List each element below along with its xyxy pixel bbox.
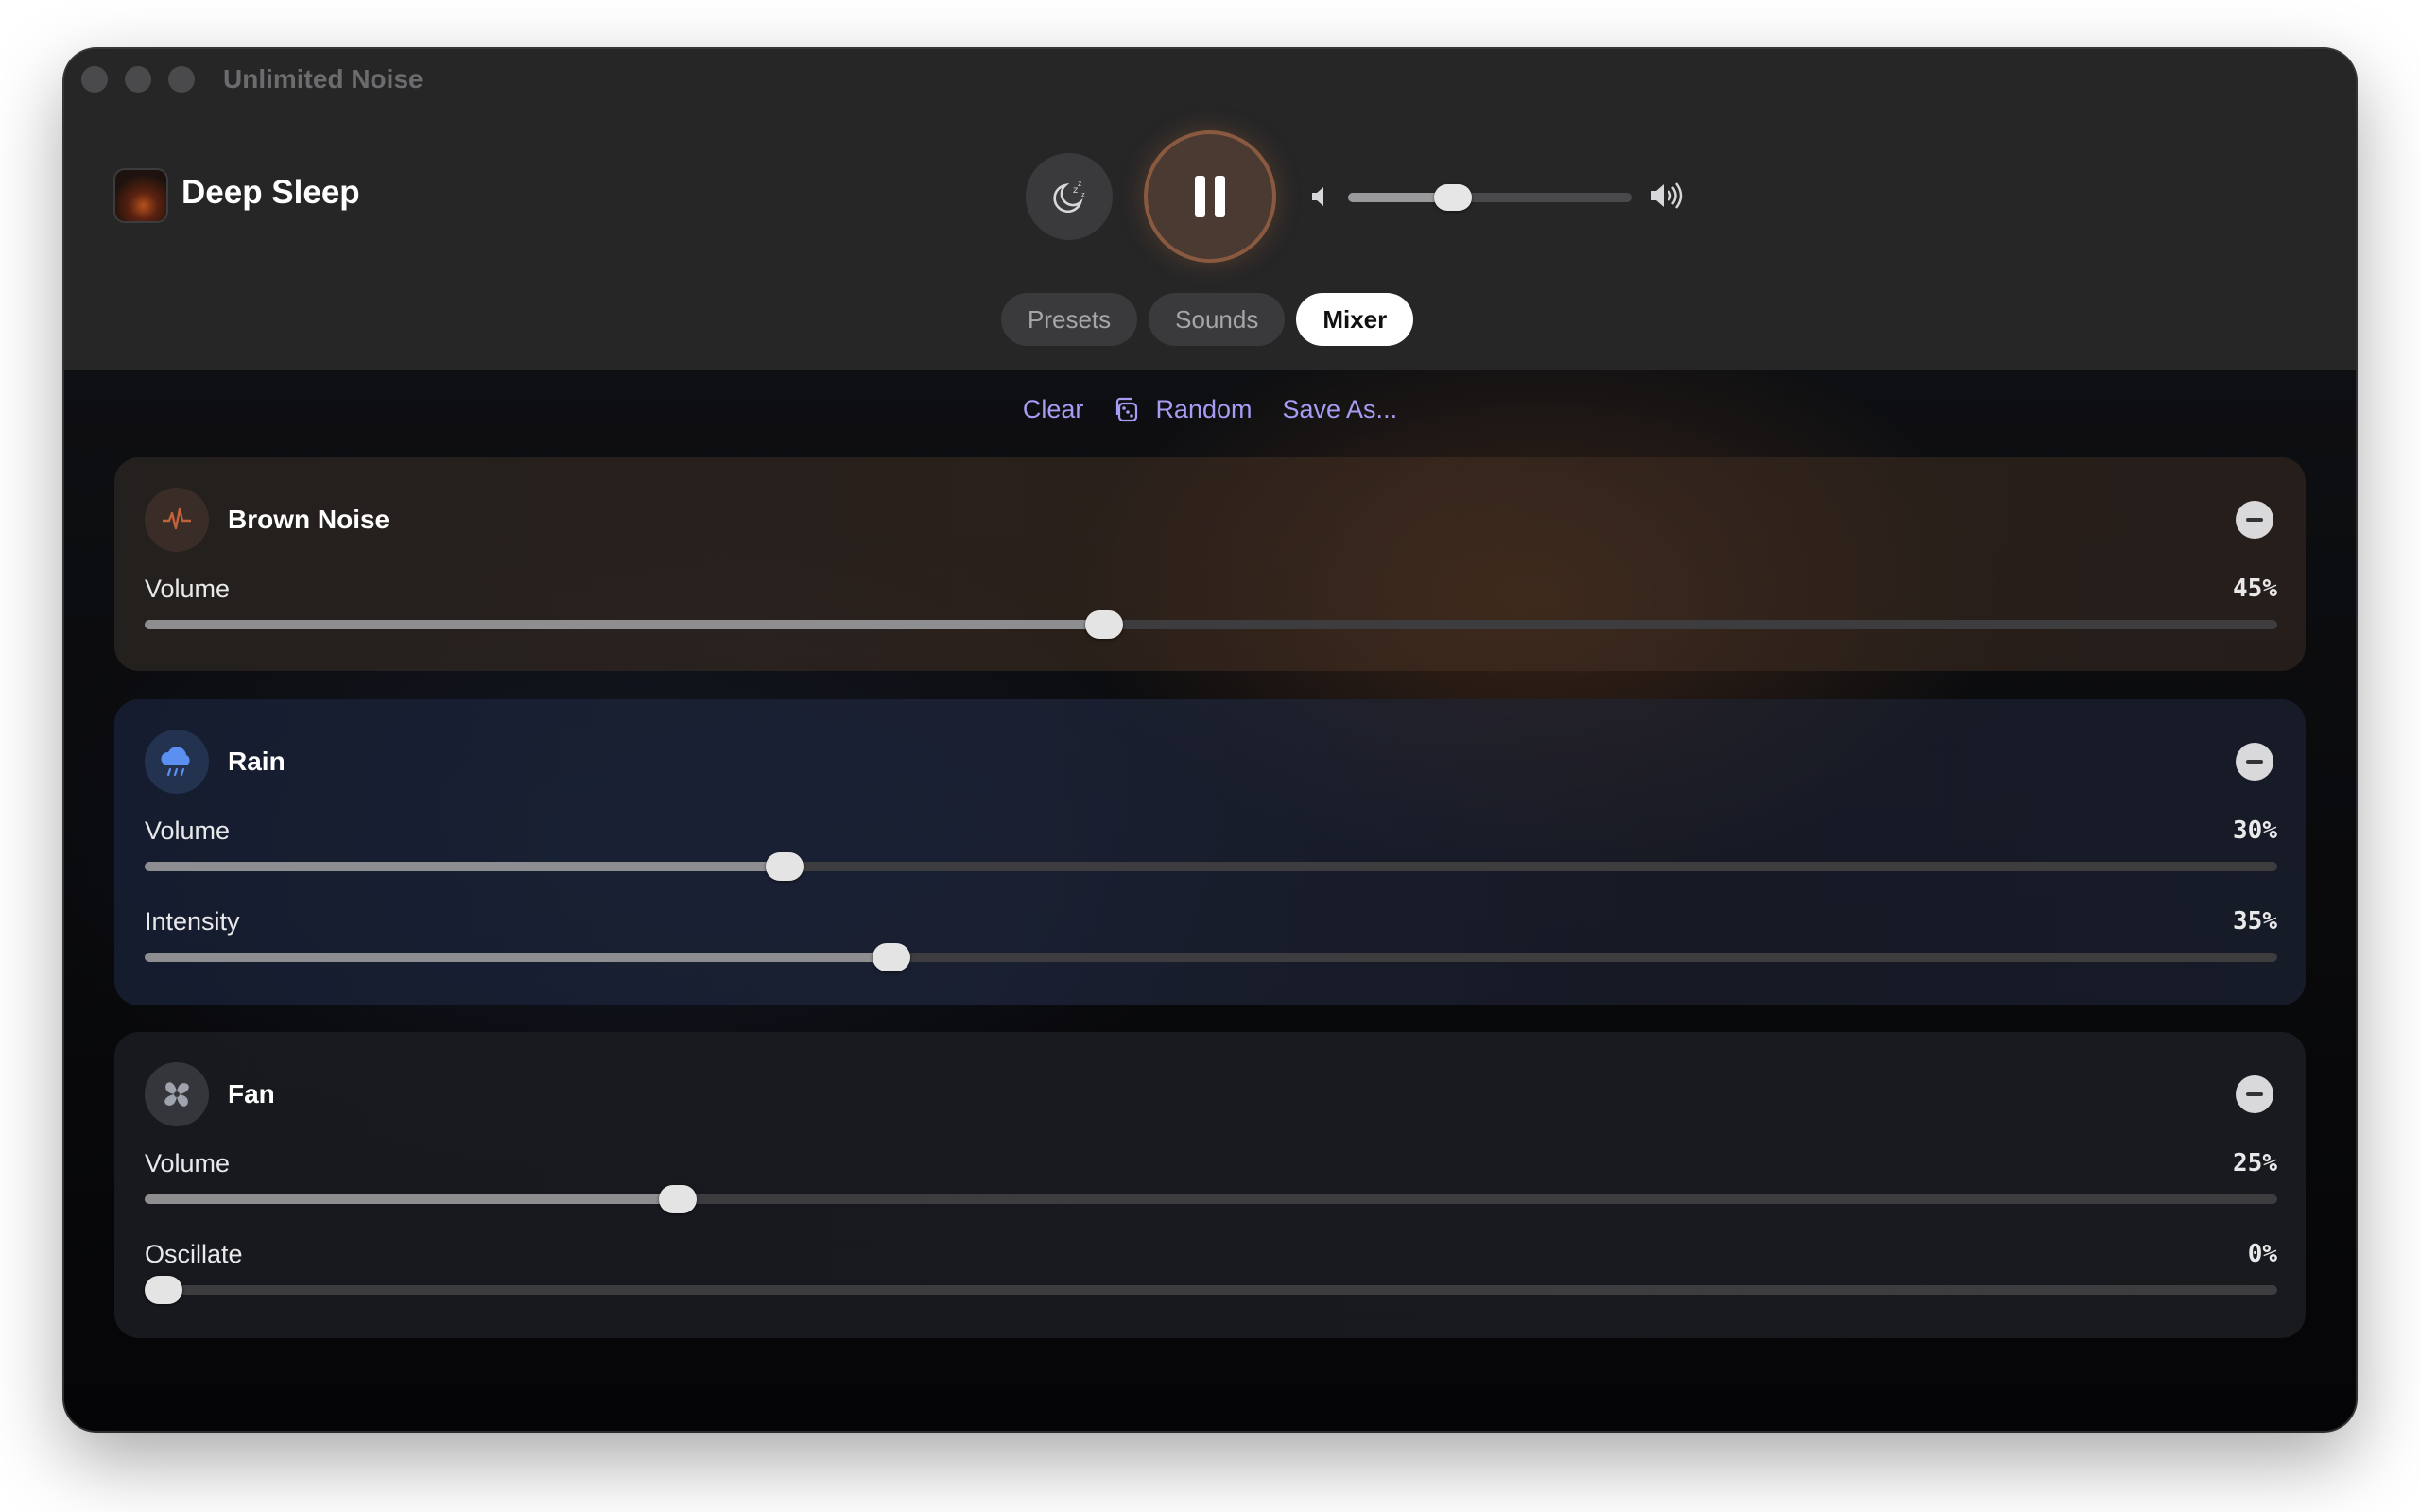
- param-volume: Volume 25%: [145, 1149, 2277, 1215]
- slider-thumb[interactable]: [145, 1276, 183, 1304]
- close-window-button[interactable]: [81, 66, 108, 93]
- slider-thumb[interactable]: [765, 852, 804, 881]
- param-value: 25%: [2233, 1149, 2277, 1177]
- sound-name: Rain: [228, 747, 285, 776]
- clear-button[interactable]: Clear: [1023, 395, 1084, 424]
- volume-slider[interactable]: [145, 852, 2277, 881]
- sleep-timer-button[interactable]: z z z: [1026, 153, 1113, 240]
- master-volume-thumb[interactable]: [1434, 184, 1472, 211]
- master-volume-slider[interactable]: [1348, 184, 1632, 211]
- sound-card-rain: Rain Volume 30% Intensity 35%: [114, 699, 2306, 1005]
- fan-icon: [145, 1062, 209, 1126]
- pause-button[interactable]: [1148, 134, 1272, 259]
- cloud-rain-icon: [145, 730, 209, 794]
- view-tabs: Presets Sounds Mixer: [1001, 293, 1414, 346]
- param-oscillate: Oscillate 0%: [145, 1240, 2277, 1306]
- volume-high-icon: [1651, 182, 1683, 209]
- intensity-slider[interactable]: [145, 943, 2277, 971]
- slider-fill: [145, 1194, 678, 1204]
- save-as-button[interactable]: Save As...: [1283, 395, 1398, 424]
- app-window: Unlimited Noise Deep Sleep z z z Presets…: [64, 49, 2356, 1431]
- slider-fill: [145, 862, 785, 871]
- waveform-icon: [145, 488, 209, 552]
- pause-icon: [1195, 176, 1225, 217]
- random-button[interactable]: Random: [1114, 395, 1253, 424]
- sound-name: Brown Noise: [228, 505, 390, 534]
- tab-sounds[interactable]: Sounds: [1149, 293, 1286, 346]
- minus-icon: [2246, 1092, 2263, 1096]
- dice-icon: [1116, 397, 1138, 421]
- mixer-panel: Clear Random Save As... Brown Noise Volu…: [64, 370, 2356, 1431]
- sound-name: Fan: [228, 1079, 275, 1108]
- tab-mixer[interactable]: Mixer: [1296, 293, 1414, 346]
- param-value: 35%: [2233, 907, 2277, 936]
- minus-icon: [2246, 518, 2263, 522]
- param-label: Intensity: [145, 907, 240, 936]
- moon-sleep-icon: z z z: [1053, 180, 1085, 214]
- remove-sound-button[interactable]: [2236, 1075, 2273, 1113]
- param-label: Volume: [145, 816, 231, 845]
- minus-icon: [2246, 760, 2263, 764]
- player-header: Unlimited Noise Deep Sleep z z z Presets…: [64, 49, 2356, 370]
- volume-low-icon: [1312, 187, 1323, 206]
- slider-fill: [145, 620, 1105, 629]
- slider-thumb[interactable]: [1085, 610, 1124, 639]
- remove-sound-button[interactable]: [2236, 501, 2273, 539]
- preset-artwork: [115, 170, 166, 221]
- tab-presets[interactable]: Presets: [1001, 293, 1138, 346]
- svg-text:z: z: [1081, 191, 1085, 198]
- param-volume: Volume 45%: [145, 575, 2277, 641]
- param-value: 30%: [2233, 816, 2277, 845]
- random-label: Random: [1155, 395, 1253, 423]
- param-label: Oscillate: [145, 1240, 243, 1268]
- now-playing-title: Deep Sleep: [182, 174, 360, 211]
- slider-thumb[interactable]: [659, 1185, 697, 1213]
- title-bar: Unlimited Noise: [64, 49, 2356, 110]
- param-intensity: Intensity 35%: [145, 907, 2277, 973]
- minimize-window-button[interactable]: [125, 66, 151, 93]
- svg-text:z: z: [1078, 180, 1081, 188]
- mixer-actions: Clear Random Save As...: [64, 395, 2356, 424]
- window-title: Unlimited Noise: [223, 64, 424, 94]
- param-value: 0%: [2247, 1240, 2277, 1268]
- sound-card-fan: Fan Volume 25% Oscillate 0%: [114, 1032, 2306, 1338]
- slider-fill: [145, 953, 891, 962]
- volume-slider[interactable]: [145, 610, 2277, 639]
- param-label: Volume: [145, 575, 231, 603]
- param-label: Volume: [145, 1149, 231, 1177]
- slider-thumb[interactable]: [872, 943, 910, 971]
- volume-slider[interactable]: [145, 1185, 2277, 1213]
- oscillate-slider[interactable]: [145, 1276, 2277, 1304]
- param-volume: Volume 30%: [145, 816, 2277, 883]
- sound-card-brown-noise: Brown Noise Volume 45%: [114, 457, 2306, 671]
- zoom-window-button[interactable]: [168, 66, 195, 93]
- remove-sound-button[interactable]: [2236, 743, 2273, 781]
- param-value: 45%: [2233, 575, 2277, 603]
